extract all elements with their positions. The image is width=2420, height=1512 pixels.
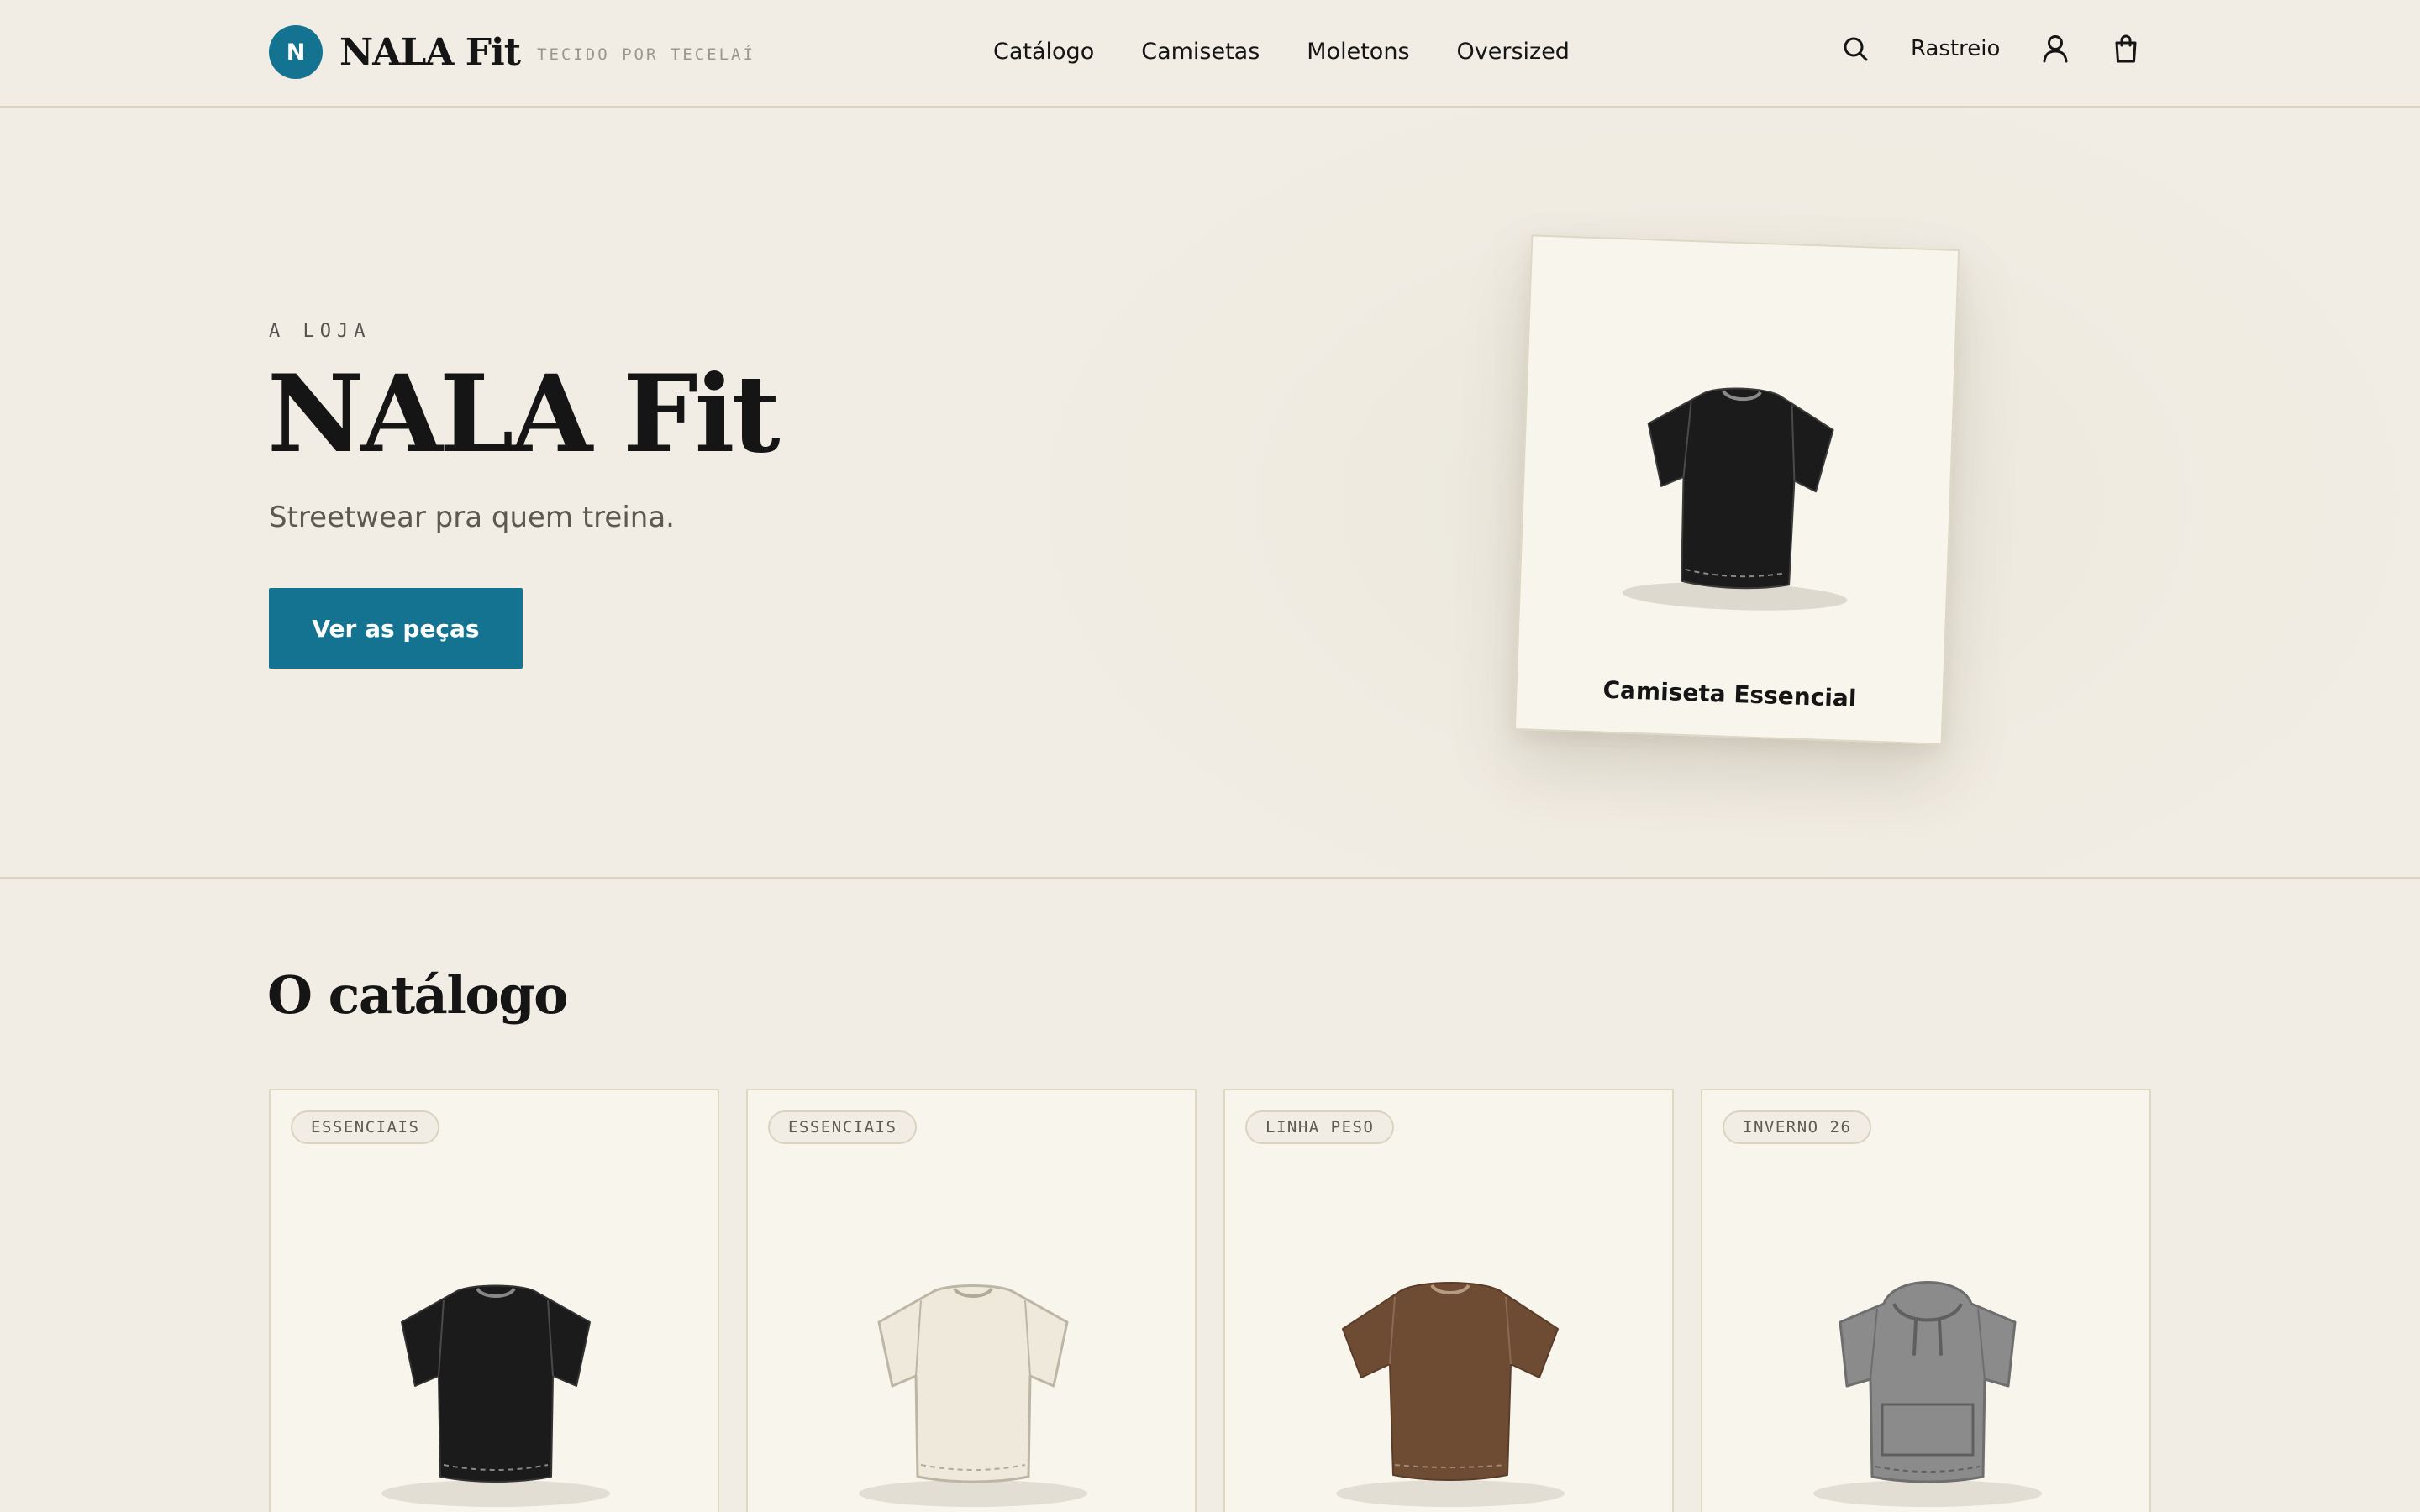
search-icon[interactable] <box>1840 34 1870 64</box>
page: N NALA Fit TECIDO POR TECELAÍ Catálogo C… <box>0 0 2420 1512</box>
catalog-title: O catálogo <box>267 964 568 1026</box>
product-card[interactable]: ESSENCIAIS <box>269 1089 719 1512</box>
nav-item-oversized[interactable]: Oversized <box>1457 39 1570 65</box>
user-icon[interactable] <box>2040 34 2070 64</box>
hero-subtitle: Streetwear pra quem treina. <box>269 501 675 534</box>
product-badge: INVERNO 26 <box>1723 1110 1872 1144</box>
hero-section: A LOJA NALA Fit Streetwear pra quem trei… <box>0 108 2420 879</box>
product-badge: LINHA PESO <box>1245 1110 1395 1144</box>
featured-product-card[interactable]: Camiseta Essencial <box>1513 234 1960 745</box>
tshirt-cream-image <box>859 1284 1087 1507</box>
hoodie-grey-image <box>1813 1281 2042 1507</box>
brand[interactable]: N NALA Fit TECIDO POR TECELAÍ <box>269 25 755 79</box>
nav-item-camisetas[interactable]: Camisetas <box>1141 39 1260 65</box>
oversized-tshirt-brown-image <box>1336 1282 1565 1507</box>
featured-product-name: Camiseta Essencial <box>1602 675 1857 713</box>
tracking-link[interactable]: Rastreio <box>1911 36 2000 61</box>
tshirt-black-image <box>381 1284 610 1507</box>
product-badge: ESSENCIAIS <box>291 1110 440 1144</box>
shopping-bag-icon[interactable] <box>2111 34 2141 64</box>
brand-tagline: TECIDO POR TECELAÍ <box>537 45 755 64</box>
header-utilities: Rastreio <box>1840 34 2141 64</box>
logo-badge: N <box>269 25 323 79</box>
product-card[interactable]: LINHA PESO <box>1223 1089 1674 1512</box>
brand-name: NALA Fit <box>339 30 521 74</box>
product-card[interactable]: INVERNO 26 <box>1701 1089 2151 1512</box>
nav-item-catalogo[interactable]: Catálogo <box>993 39 1094 65</box>
nav-item-moletons[interactable]: Moletons <box>1307 39 1409 65</box>
tshirt-image <box>1622 387 1848 611</box>
hero-title: NALA Fit <box>267 352 781 476</box>
hero-eyebrow: A LOJA <box>269 321 371 342</box>
product-card[interactable]: ESSENCIAIS <box>746 1089 1197 1512</box>
main-nav: Catálogo Camisetas Moletons Oversized <box>993 39 1570 65</box>
view-products-button[interactable]: Ver as peças <box>269 588 523 669</box>
site-header: N NALA Fit TECIDO POR TECELAÍ Catálogo C… <box>0 0 2420 108</box>
product-badge: ESSENCIAIS <box>768 1110 918 1144</box>
